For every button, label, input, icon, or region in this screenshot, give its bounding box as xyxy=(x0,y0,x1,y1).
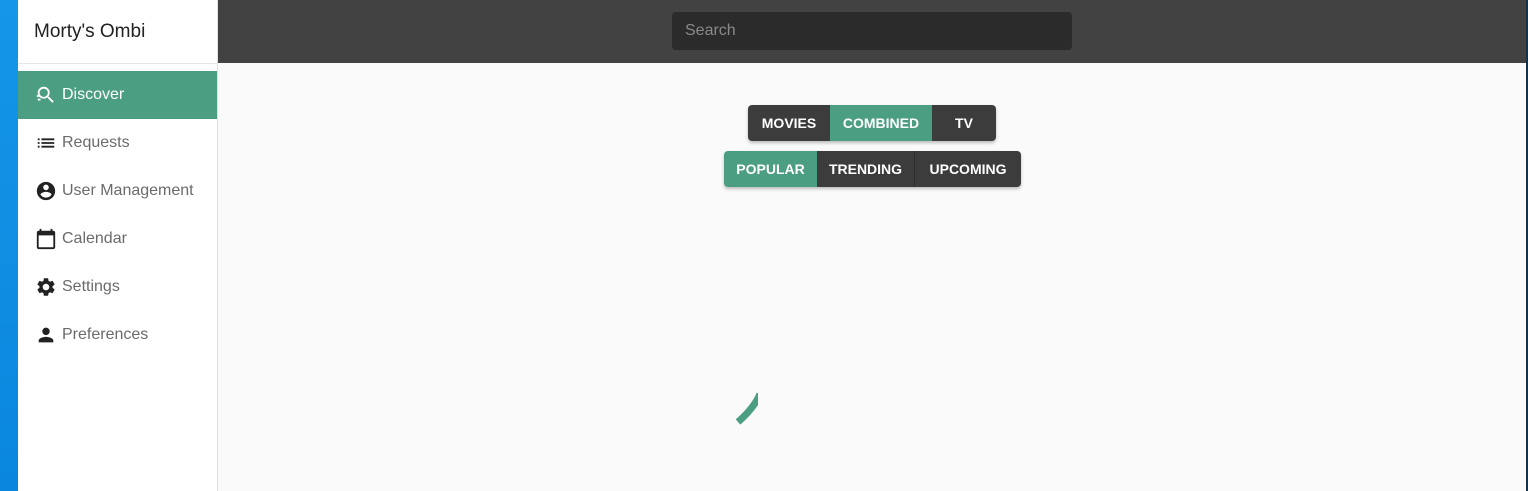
sidebar-item-label: Requests xyxy=(62,134,130,151)
calendar-icon xyxy=(35,228,57,250)
app-title: Morty's Ombi xyxy=(18,0,217,64)
movies-button[interactable]: MOVIES xyxy=(748,105,830,141)
sidebar-item-label: User Management xyxy=(62,182,194,199)
tv-button[interactable]: TV xyxy=(932,105,996,141)
sidebar-item-label: Settings xyxy=(62,278,120,295)
top-toolbar xyxy=(218,0,1526,63)
sidebar: Morty's Ombi Discover Requests User Mana… xyxy=(18,0,218,491)
popular-button[interactable]: POPULAR xyxy=(724,151,817,187)
sidebar-item-settings[interactable]: Settings xyxy=(18,263,217,311)
sidebar-item-requests[interactable]: Requests xyxy=(18,119,217,167)
sidebar-item-label: Discover xyxy=(62,86,125,103)
person-icon xyxy=(35,324,57,346)
upcoming-button[interactable]: UPCOMING xyxy=(915,151,1021,187)
sidebar-nav: Discover Requests User Management Calend… xyxy=(18,71,217,359)
sidebar-item-discover[interactable]: Discover xyxy=(18,71,217,119)
gear-icon xyxy=(35,276,57,298)
sidebar-item-preferences[interactable]: Preferences xyxy=(18,311,217,359)
account-circle-icon xyxy=(35,180,57,202)
list-icon xyxy=(35,132,57,154)
sidebar-item-calendar[interactable]: Calendar xyxy=(18,215,217,263)
search-input[interactable] xyxy=(672,12,1072,50)
content-type-toggle: MOVIES COMBINED TV xyxy=(748,105,996,141)
sidebar-item-label: Calendar xyxy=(62,230,127,247)
sidebar-item-label: Preferences xyxy=(62,326,149,343)
ombi-app-window: Morty's Ombi Discover Requests User Mana… xyxy=(18,0,1526,491)
trending-button[interactable]: TRENDING xyxy=(817,151,915,187)
desktop-background-left xyxy=(0,0,18,491)
sidebar-item-user-management[interactable]: User Management xyxy=(18,167,217,215)
sort-toggle: POPULAR TRENDING UPCOMING xyxy=(724,151,1021,187)
discover-icon xyxy=(35,84,57,106)
loading-spinner-icon xyxy=(735,392,758,425)
combined-button[interactable]: COMBINED xyxy=(830,105,932,141)
